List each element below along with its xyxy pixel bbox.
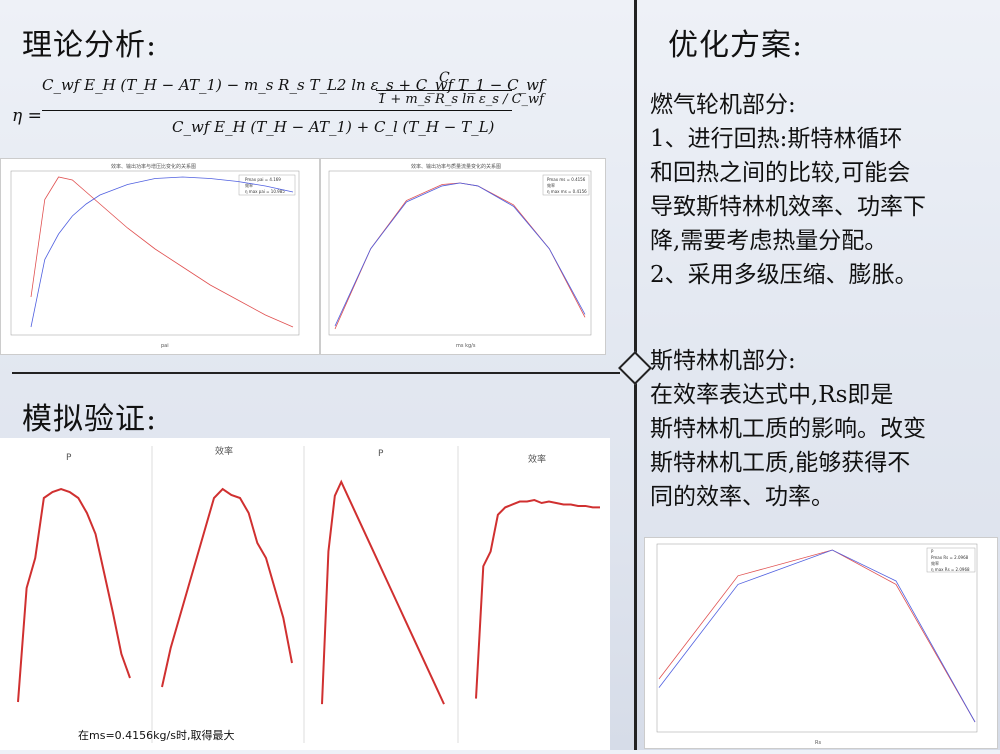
section-line: 斯特林机工质的影响。改变 [650, 416, 926, 442]
optimize-heading: 优化方案: [668, 28, 804, 63]
legend-item: η max Rs = 2.0968 [931, 567, 970, 572]
section-line: 1、进行回热:斯特林循环 [650, 126, 903, 152]
section-line: 在效率表达式中,Rs即是 [650, 382, 894, 408]
chart-mass-flow-xlabel: ms kg/s [456, 343, 476, 349]
section-line: 导致斯特林机效率、功率下 [650, 194, 926, 220]
section-title: 燃气轮机部分: [650, 92, 796, 118]
chart-mass-flow-legend: Pmax ms = 0.4156 效率 η max ms = 0.4156 [542, 174, 590, 196]
formula-fraction-line [42, 110, 512, 111]
legend-item: Pmax Rs = 2.0968 [931, 555, 969, 560]
efficiency-formula: η = C_wf E_H (T_H − AT_1) − m_s R_s T_L2… [12, 70, 544, 140]
simulation-series-line [17, 487, 131, 703]
chart-rs: Rs P Pmax Rs = 2.0968 效率 η max Rs = 2.09… [644, 537, 998, 749]
simulation-series-line [321, 479, 445, 705]
chart-rs-svg: Rs P Pmax Rs = 2.0968 效率 η max Rs = 2.09… [656, 543, 978, 746]
chart-pressure-ratio-xlabel: pai [161, 343, 169, 349]
section-line: 和回热之间的比较,可能会 [650, 160, 911, 186]
simulation-caption: 在ms=0.4156kg/s时,取得最大 [78, 729, 235, 742]
simulation-series-line [161, 487, 293, 688]
legend-item: 效率 [931, 560, 939, 566]
chart-pressure-ratio-svg: 效率、输出功率与增压比变化的关系图 pai Pmax pai = 4.169 效… [10, 163, 300, 349]
simulation-series-line [475, 499, 600, 699]
chart-mass-flow-title: 效率、输出功率与质量流量变化的关系图 [411, 163, 501, 170]
chart-pressure-ratio-title: 效率、输出功率与增压比变化的关系图 [111, 163, 196, 170]
chart-pressure-ratio-legend: Pmax pai = 4.169 效率 η max pai = 10.985 [238, 174, 296, 196]
simulation-lines [17, 479, 600, 705]
legend-item: η max ms = 0.4156 [547, 189, 587, 194]
stirling-section: 斯特林机部分: 在效率表达式中,Rs即是 斯特林机工质的影响。改变 斯特林机工质… [650, 344, 995, 514]
bottom-chart-4-title: 效率 [528, 453, 546, 465]
formula-inner-numerator: C [439, 70, 450, 86]
chart-mass-flow: 效率、输出功率与质量流量变化的关系图 ms kg/s Pmax ms = 0.4… [320, 158, 606, 355]
chart-rs-legend: P Pmax Rs = 2.0968 效率 η max Rs = 2.0968 [926, 547, 976, 573]
simulation-charts: P 效率 P 效率 [0, 438, 610, 750]
chart-pressure-ratio: 效率、输出功率与增压比变化的关系图 pai Pmax pai = 4.169 效… [0, 158, 320, 355]
legend-item: 效率 [547, 182, 555, 188]
legend-item: Pmax ms = 0.4156 [547, 177, 586, 182]
simulation-charts-svg: P 效率 P 效率 [17, 445, 600, 743]
diamond-marker [618, 351, 652, 385]
bottom-chart-2-title: 效率 [215, 445, 233, 457]
formula-denominator: C_wf E_H (T_H − AT_1) + C_l (T_H − T_L) [172, 118, 495, 136]
section-line: 斯特林机工质,能够获得不 [650, 450, 911, 476]
formula-inner-denominator: 1 + m_s R_s ln ε_s / C_wf [378, 92, 544, 107]
chart-rs-xlabel: Rs [815, 740, 821, 746]
theory-heading: 理论分析: [22, 28, 158, 63]
bottom-chart-1-title: P [66, 453, 72, 463]
legend-item: Pmax pai = 4.169 [245, 177, 281, 182]
formula-inner-fraction-line [376, 90, 512, 91]
section-line: 降,需要考虑热量分配。 [650, 228, 888, 254]
section-line: 2、采用多级压缩、膨胀。 [650, 262, 918, 288]
formula-eta: η = [12, 106, 42, 126]
legend-item: η max pai = 10.985 [245, 189, 285, 194]
section-line: 同的效率、功率。 [650, 484, 834, 510]
bottom-chart-3-title: P [378, 449, 384, 459]
gas-turbine-section: 燃气轮机部分: 1、进行回热:斯特林循环 和回热之间的比较,可能会 导致斯特林机… [650, 88, 995, 292]
section-title: 斯特林机部分: [650, 348, 796, 374]
chart-mass-flow-svg: 效率、输出功率与质量流量变化的关系图 ms kg/s Pmax ms = 0.4… [328, 163, 592, 349]
horizontal-divider [12, 372, 620, 374]
verify-heading: 模拟验证: [22, 402, 158, 437]
